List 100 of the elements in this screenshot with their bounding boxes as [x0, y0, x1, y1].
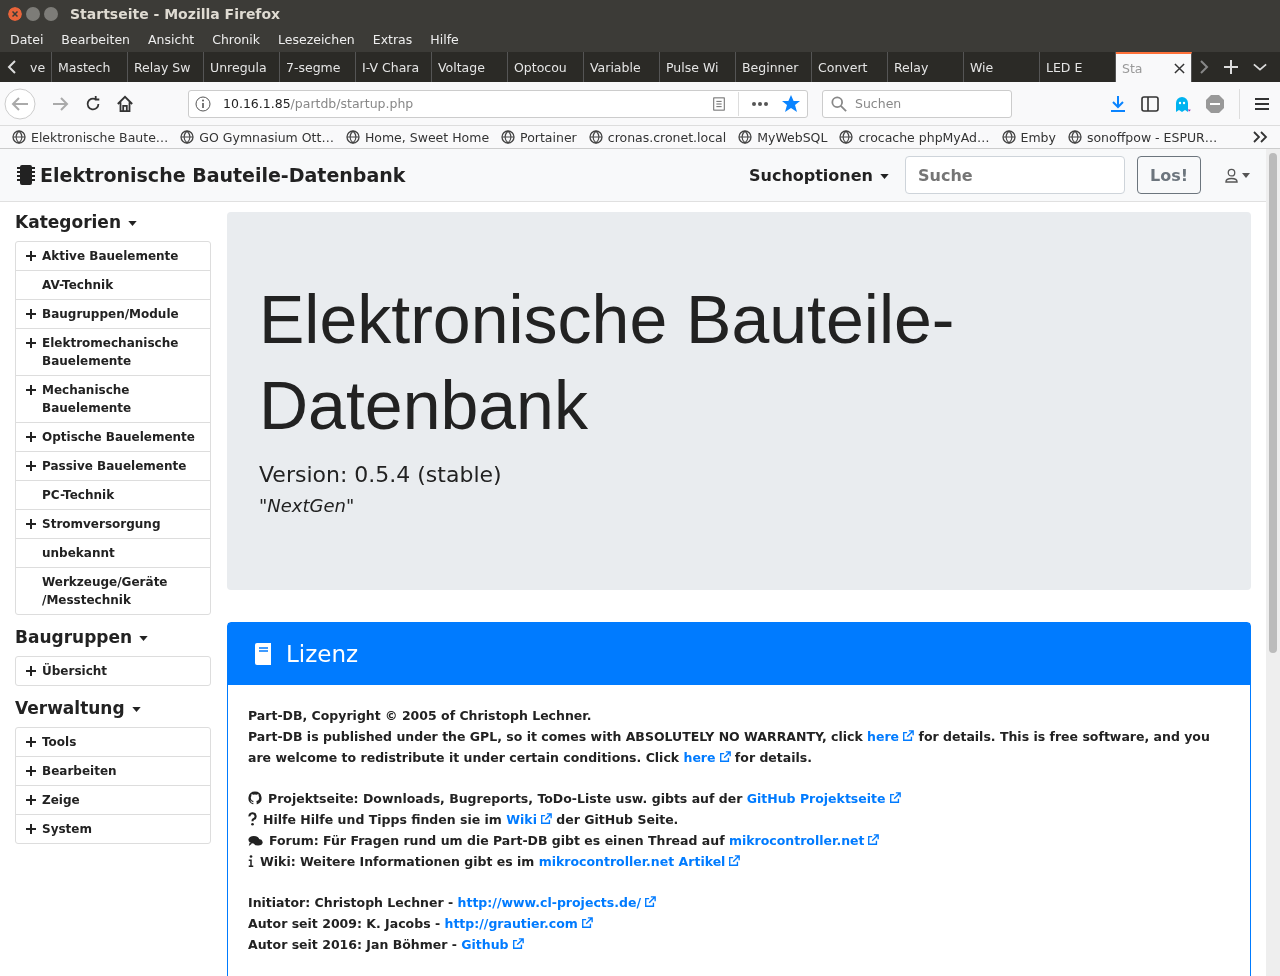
external-link[interactable]: here: [683, 750, 731, 765]
more-icon[interactable]: [751, 100, 769, 107]
user-menu[interactable]: [1225, 167, 1250, 183]
sidebar-icon[interactable]: [1141, 95, 1159, 112]
go-button[interactable]: Los!: [1137, 156, 1201, 194]
sidebar-item[interactable]: AV-Technik: [16, 270, 210, 299]
bookmark[interactable]: cronas.cronet.local: [588, 129, 727, 145]
globe-icon: [501, 130, 516, 144]
bookmark[interactable]: sonoffpow - ESPUR…: [1067, 129, 1218, 145]
search-options-dropdown[interactable]: Suchoptionen: [749, 165, 889, 185]
adblock-icon[interactable]: [1205, 93, 1225, 114]
sidebar-item[interactable]: Stromversorgung: [16, 509, 210, 538]
license-text: Forum: Für Fragen rund um die Part-DB gibt es einen Thread auf mikrocontroller.net: [269, 833, 880, 848]
external-link[interactable]: here: [867, 729, 915, 744]
sidebar-heading[interactable]: Kategorien: [15, 212, 211, 232]
sidebar-item[interactable]: Baugruppen/Module: [16, 299, 210, 328]
license-text: Hilfe Hilfe und Tipps finden sie im Wiki der GitHub Seite.: [263, 812, 679, 827]
external-link-icon: [867, 834, 880, 846]
external-link[interactable]: http://www.cl-projects.de/: [457, 895, 656, 910]
sidebar-item[interactable]: Tools: [16, 728, 210, 756]
chat-icon: [248, 835, 263, 847]
chip-icon: [16, 164, 36, 186]
sidebar-heading[interactable]: Verwaltung: [15, 698, 211, 718]
sidebar-item[interactable]: PC-Technik: [16, 480, 210, 509]
globe-icon: [180, 130, 195, 144]
scroll-right-icon[interactable]: [1199, 59, 1209, 75]
sidebar-item[interactable]: Zeige: [16, 785, 210, 814]
plus-icon: [26, 309, 36, 319]
sidebar-heading[interactable]: Baugruppen: [15, 627, 211, 647]
reader-view-icon[interactable]: [712, 95, 726, 112]
sidebar-item[interactable]: Bearbeiten: [16, 756, 210, 785]
info-icon[interactable]: [195, 95, 211, 112]
bookmark[interactable]: crocache phpMyAd…: [839, 129, 990, 145]
sidebar-item[interactable]: Elektromechanische Bauelemente: [16, 328, 210, 375]
menu-item[interactable]: Extras: [372, 32, 413, 47]
site-brand[interactable]: Elektronische Bauteile-Datenbank: [16, 164, 406, 186]
menu-item[interactable]: Chronik: [212, 32, 260, 47]
jumbotron-title: Elektronische Bauteile-Datenbank: [259, 280, 956, 445]
license-text: Part-DB is published under the GPL, so it comes with ABSOLUTELY NO WARRANTY, click here for details. This is free software, and you are welcome to redistribute it under certain conditions. Click here for details.: [248, 729, 1210, 765]
star-icon[interactable]: [781, 93, 801, 114]
book-icon: [254, 642, 274, 666]
sidebar-item[interactable]: System: [16, 814, 210, 843]
globe-icon: [839, 130, 854, 144]
sidebar-item[interactable]: Passive Bauelemente: [16, 451, 210, 480]
sidebar-item[interactable]: Übersicht: [16, 657, 210, 685]
menu-item[interactable]: Ansicht: [148, 32, 195, 47]
scroll-left-icon[interactable]: [7, 59, 17, 75]
url-field[interactable]: 10.16.1.85/partdb/startup.php: [188, 89, 808, 118]
scrollbar[interactable]: [1266, 149, 1280, 976]
license-text: Autor seit 2016: Jan Böhmer - Github: [248, 937, 524, 952]
download-icon[interactable]: [1109, 94, 1127, 113]
search-field[interactable]: Suche: [905, 156, 1125, 194]
external-link[interactable]: mikrocontroller.net: [728, 833, 880, 848]
menu-item[interactable]: Datei: [10, 32, 44, 47]
search-icon: [831, 95, 847, 112]
menu-icon[interactable]: [1254, 96, 1270, 111]
codename-text: "NextGen": [259, 495, 356, 516]
sidebar-item[interactable]: Werkzeuge/Geräte /Messtechnik: [16, 567, 210, 614]
overflow-chevron-icon[interactable]: [1252, 130, 1268, 144]
bookmark[interactable]: Home, Sweet Home: [345, 129, 490, 145]
globe-icon: [1067, 130, 1082, 144]
plus-icon: [26, 461, 36, 471]
plus-icon: [26, 251, 36, 261]
external-link[interactable]: Github: [461, 937, 524, 952]
external-link[interactable]: mikrocontroller.net Artikel: [538, 854, 741, 869]
globe-icon: [1001, 130, 1016, 144]
external-link[interactable]: http://grautier.com: [444, 916, 593, 931]
sidebar-item[interactable]: unbekannt: [16, 538, 210, 567]
sidebar-item[interactable]: Optische Bauelemente: [16, 422, 210, 451]
maximize-button[interactable]: [44, 6, 58, 21]
home-icon[interactable]: [116, 94, 134, 113]
close-button[interactable]: [8, 6, 22, 21]
bookmark[interactable]: Emby: [1001, 129, 1056, 145]
browser-search-field[interactable]: Suchen: [822, 89, 1012, 118]
close-icon[interactable]: [1174, 62, 1185, 74]
sidebar-item[interactable]: Aktive Bauelemente: [16, 242, 210, 270]
ghost-icon[interactable]: [1173, 94, 1191, 113]
plus-icon: [26, 824, 36, 834]
reload-icon[interactable]: [84, 94, 102, 113]
external-link-icon: [539, 813, 552, 825]
bookmark[interactable]: Portainer: [501, 129, 577, 145]
plus-icon: [26, 795, 36, 805]
sidebar-item[interactable]: Mechanische Bauelemente: [16, 375, 210, 422]
plus-icon: [26, 385, 36, 395]
external-link-icon: [718, 751, 731, 763]
license-text: Initiator: Christoph Lechner - http://www.cl-projects.de/: [248, 895, 656, 910]
minimize-button[interactable]: [26, 6, 40, 21]
new-tab-icon[interactable]: [1223, 59, 1239, 75]
external-link-icon: [580, 917, 593, 929]
chevron-down-icon[interactable]: [1253, 62, 1267, 72]
back-button[interactable]: [4, 87, 36, 120]
external-link[interactable]: GitHub Projektseite: [746, 791, 901, 806]
bookmark[interactable]: Elektronische Baute…: [12, 129, 169, 145]
bookmark[interactable]: GO Gymnasium Ott…: [180, 129, 334, 145]
menu-item[interactable]: Lesezeichen: [278, 32, 355, 47]
bookmark[interactable]: MyWebSQL: [738, 129, 828, 145]
menu-item[interactable]: Hilfe: [430, 32, 459, 47]
menu-item[interactable]: Bearbeiten: [61, 32, 131, 47]
external-link[interactable]: Wiki: [506, 812, 552, 827]
plus-icon: [26, 519, 36, 529]
